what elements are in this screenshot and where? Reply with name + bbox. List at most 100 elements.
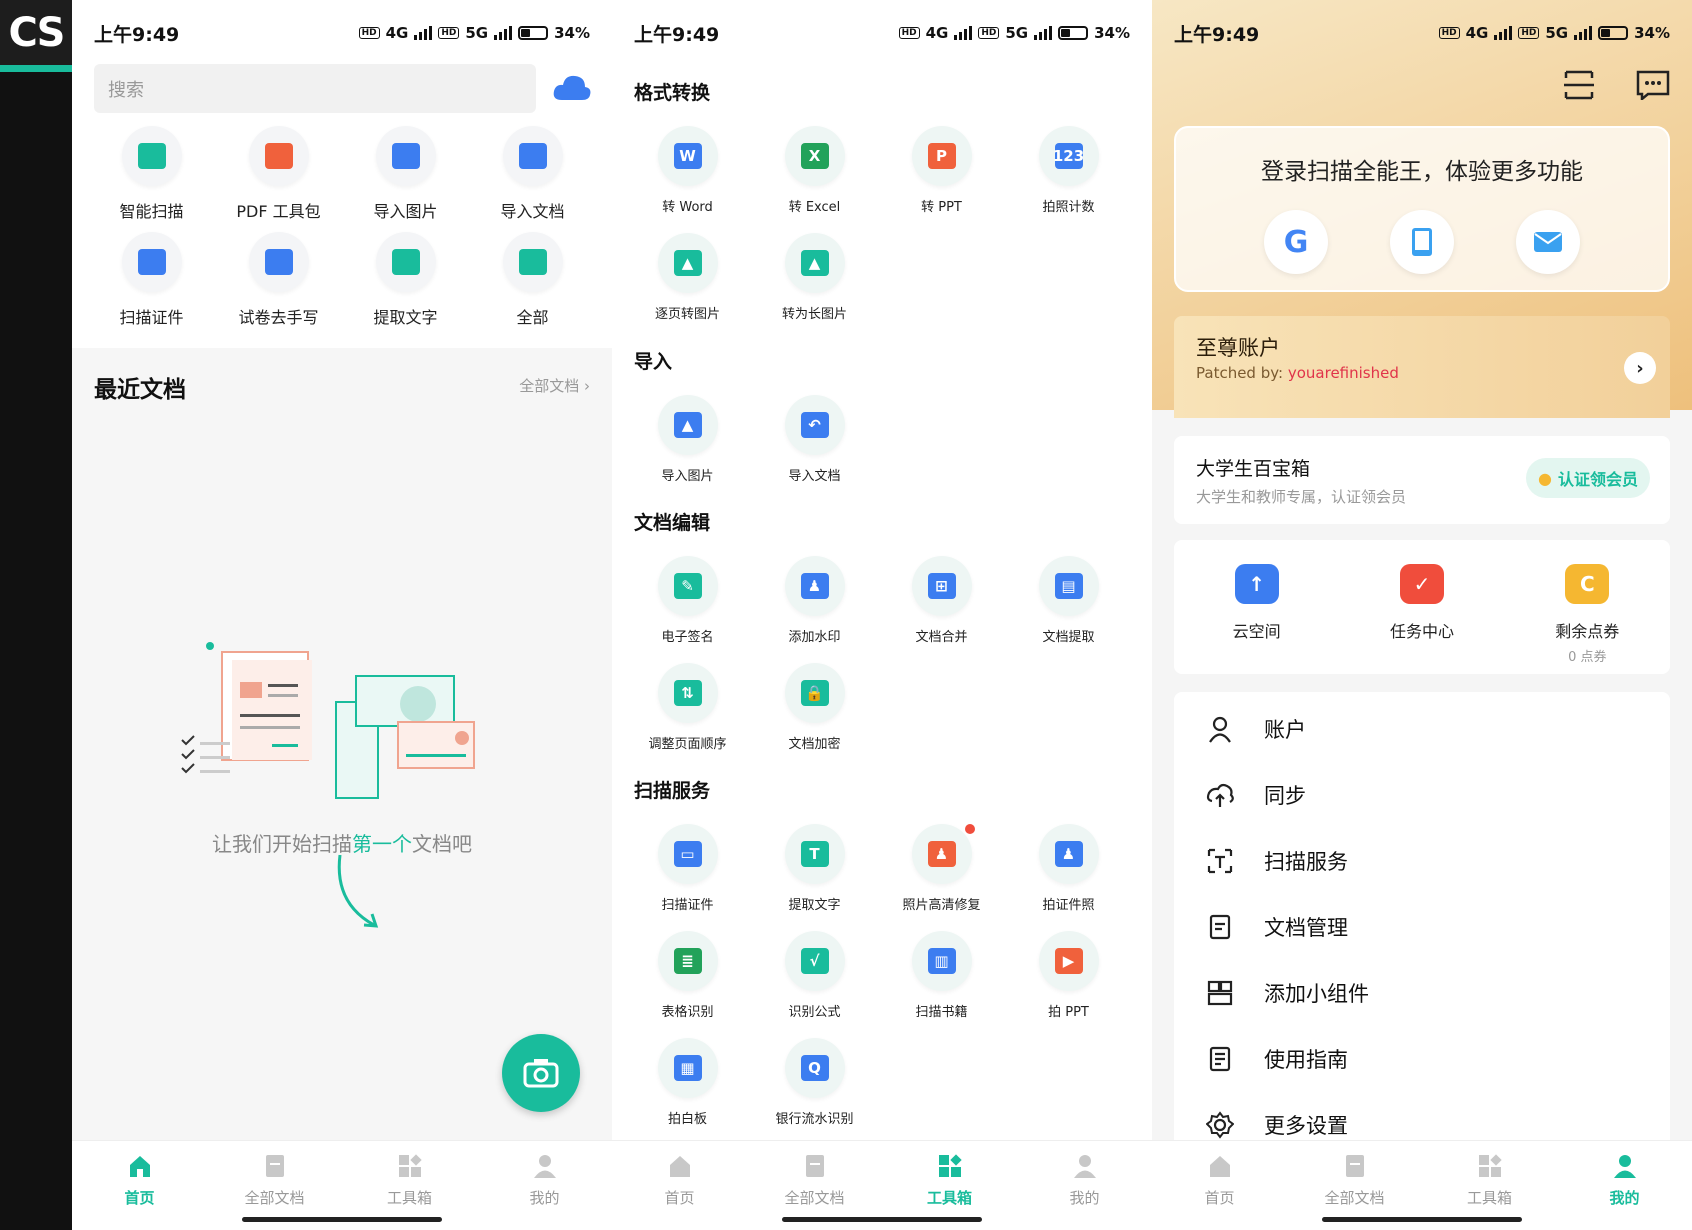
tool-icon: ▲ <box>673 412 702 438</box>
all-docs-link[interactable]: 全部文档 › <box>519 375 590 396</box>
import-doc-icon <box>518 143 547 169</box>
menu-item[interactable]: 同步 <box>1174 762 1670 828</box>
menu-item[interactable]: 文档管理 <box>1174 894 1670 960</box>
menu-item[interactable]: 扫描服务 <box>1174 828 1670 894</box>
tool-icon: ✎ <box>673 573 702 599</box>
tool-item[interactable]: √ 识别公式 <box>751 931 878 1038</box>
tool-item[interactable]: 导入图片 <box>342 126 469 232</box>
user-icon <box>533 1155 556 1178</box>
tool-item[interactable]: ↶ 导入文档 <box>751 395 878 502</box>
all-apps-icon <box>518 249 547 275</box>
battery-icon <box>1058 26 1089 40</box>
tool-item[interactable]: P 转 PPT <box>878 126 1005 233</box>
tool-item[interactable]: 智能扫描 <box>88 126 215 232</box>
tool-item[interactable]: 扫描证件 <box>88 232 215 338</box>
search-input[interactable]: 搜索 <box>94 64 536 113</box>
tool-item[interactable]: T 提取文字 <box>751 824 878 931</box>
tool-item[interactable]: 123 拍照计数 <box>1005 126 1132 233</box>
sync-icon <box>1206 783 1234 807</box>
tool-item[interactable]: X 转 Excel <box>751 126 878 233</box>
vip-title: 至尊账户 <box>1196 336 1280 360</box>
document-icon <box>1209 914 1231 940</box>
section-title: 扫描服务 <box>634 780 711 802</box>
tool-item[interactable]: ▭ 扫描证件 <box>624 824 751 931</box>
phone-login-button[interactable] <box>1390 210 1454 274</box>
tool-label: 文档提取 <box>1042 630 1095 645</box>
tool-item[interactable]: ▲ 逐页转图片 <box>624 233 751 340</box>
camera-button[interactable] <box>502 1034 580 1112</box>
google-login-button[interactable]: G <box>1264 210 1328 274</box>
tab-mine[interactable]: 我的 <box>1017 1141 1152 1230</box>
tool-item[interactable]: ▲ 转为长图片 <box>751 233 878 340</box>
quick-action[interactable]: ✓ 任务中心 <box>1352 564 1492 665</box>
tool-label: PDF 工具包 <box>236 202 321 221</box>
tool-icon: ▥ <box>927 948 956 974</box>
tool-item[interactable]: ✎ 电子签名 <box>624 556 751 663</box>
tool-item[interactable]: 🔒 文档加密 <box>751 663 878 770</box>
tool-item[interactable]: ≣ 表格识别 <box>624 931 751 1038</box>
tool-item[interactable]: ♟ 拍证件照 <box>1005 824 1132 931</box>
tool-icon: Q <box>800 1055 829 1081</box>
scan-icon[interactable] <box>1562 70 1596 100</box>
tool-item[interactable]: 全部 <box>469 232 596 338</box>
message-icon[interactable] <box>1636 70 1670 100</box>
pdf-icon <box>264 143 293 169</box>
user-icon <box>1613 1155 1636 1178</box>
quick-action[interactable]: ↑ 云空间 <box>1187 564 1327 665</box>
tool-label: 试卷去手写 <box>238 308 319 327</box>
quick-action[interactable]: C 剩余点券 0 点券 <box>1517 564 1657 665</box>
tool-grid: 智能扫描 PDF 工具包 导入图片 导入文档扫描证件 试卷去手写 提取文字 全部 <box>88 126 596 338</box>
tool-item[interactable]: ⇅ 调整页面顺序 <box>624 663 751 770</box>
tab-mine[interactable]: 我的 <box>1557 1141 1692 1230</box>
tool-icon: ▲ <box>800 250 829 276</box>
tool-label: 转 Word <box>662 200 713 215</box>
student-title: 大学生百宝箱 <box>1196 458 1311 480</box>
home-icon <box>129 1156 150 1177</box>
widget-icon <box>1207 980 1233 1006</box>
tool-item[interactable]: ♟ 照片高清修复 <box>878 824 1005 931</box>
exam-icon <box>264 249 293 275</box>
tool-label: 扫描证件 <box>119 308 184 327</box>
tool-item[interactable]: ▲ 导入图片 <box>624 395 751 502</box>
student-card[interactable]: 大学生百宝箱 大学生和教师专属，认证领会员 ● 认证领会员 <box>1174 436 1670 524</box>
tool-label: 智能扫描 <box>119 202 184 221</box>
tool-item[interactable]: ▦ 拍白板 <box>624 1038 751 1145</box>
toolbox-screen: 上午9:49 HD 4G HD 5G 34% 格式转换 W 转 Word X 转 Exce… <box>612 0 1152 1230</box>
tool-icon: ♟ <box>800 573 829 599</box>
tool-item[interactable]: ▤ 文档提取 <box>1005 556 1132 663</box>
tool-grid: ▭ 扫描证件 T 提取文字 ♟ 照片高清修复 ♟ 拍证件照 ≣ 表格识别 √ 识别公式 ▥ 扫描书籍 ▶ 拍 … <box>624 824 1132 1145</box>
menu-item[interactable]: 使用指南 <box>1174 1026 1670 1092</box>
tab-home[interactable]: 首页 <box>612 1141 747 1230</box>
tool-item[interactable]: W 转 Word <box>624 126 751 233</box>
chevron-right-icon[interactable]: › <box>1624 352 1656 384</box>
tool-icon: 123 <box>1053 143 1084 169</box>
menu-item[interactable]: 账户 <box>1174 696 1670 762</box>
home-indicator <box>1322 1217 1522 1222</box>
vip-card[interactable]: 至尊账户 Patched by: youarefinished › <box>1174 316 1670 418</box>
student-subtitle: 大学生和教师专属，认证领会员 <box>1196 488 1407 506</box>
tool-item[interactable]: ▶ 拍 PPT <box>1005 931 1132 1038</box>
tool-item[interactable]: 提取文字 <box>342 232 469 338</box>
tool-item[interactable]: ♟ 添加水印 <box>751 556 878 663</box>
tool-item[interactable]: 试卷去手写 <box>215 232 342 338</box>
tab-home[interactable]: 首页 <box>1152 1141 1287 1230</box>
cloud-icon[interactable] <box>552 72 592 102</box>
menu-item[interactable]: 添加小组件 <box>1174 960 1670 1026</box>
section-title: 格式转换 <box>634 82 711 104</box>
tool-item[interactable]: 导入文档 <box>469 126 596 232</box>
email-login-button[interactable] <box>1516 210 1580 274</box>
tool-label: 文档合并 <box>915 630 968 645</box>
tab-home[interactable]: 首页 <box>72 1141 207 1230</box>
tool-item[interactable]: ⊞ 文档合并 <box>878 556 1005 663</box>
tool-item[interactable]: ▥ 扫描书籍 <box>878 931 1005 1038</box>
toolbox-icon <box>398 1154 422 1177</box>
tool-label: 转 Excel <box>788 200 841 215</box>
tab-mine[interactable]: 我的 <box>477 1141 612 1230</box>
tool-item[interactable]: PDF 工具包 <box>215 126 342 232</box>
certify-badge[interactable]: ● 认证领会员 <box>1526 458 1650 498</box>
battery-icon <box>518 26 549 40</box>
section-title: 导入 <box>634 351 673 373</box>
toolbox-icon <box>938 1154 962 1177</box>
tool-icon: ⊞ <box>927 573 956 599</box>
tool-item[interactable]: Q 银行流水识别 <box>751 1038 878 1145</box>
